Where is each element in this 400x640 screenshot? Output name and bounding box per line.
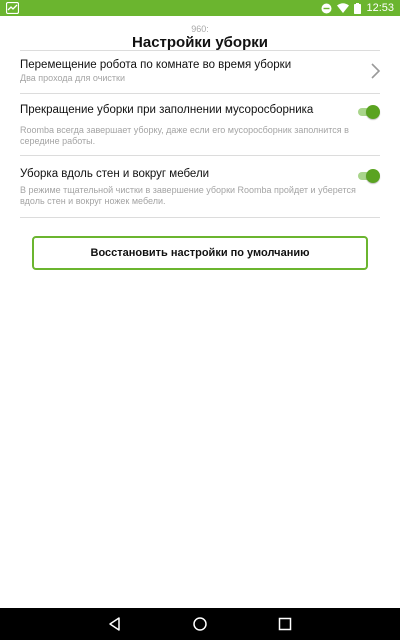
minus-circle-icon (321, 3, 332, 13)
setting-cleaning-passes[interactable]: Перемещение робота по комнате во время у… (20, 58, 382, 86)
status-bar: 12:53 (0, 0, 400, 16)
settings-screen: 960: Настройки уборки Перемещение робота… (0, 16, 400, 608)
header-divider (20, 50, 380, 51)
toggle-thumb (366, 105, 380, 119)
setting-title: Прекращение уборки при заполнении мусоро… (20, 104, 314, 116)
wifi-icon (337, 3, 350, 13)
edge-cleaning-toggle[interactable] (358, 169, 380, 183)
setting-subtitle: Roomba всегда завершает уборку, даже есл… (20, 125, 349, 146)
setting-edge-cleaning: Уборка вдоль стен и вокруг мебели В режи… (20, 167, 380, 211)
setting-subtitle: В режиме тщательной чистки в завершение … (20, 185, 356, 206)
home-icon[interactable] (192, 616, 208, 632)
app-badge-icon (6, 2, 19, 14)
row-divider (20, 93, 380, 94)
status-icons: 12:53 (321, 0, 394, 16)
setting-stop-when-bin-full: Прекращение уборки при заполнении мусоро… (20, 103, 380, 153)
chevron-right-icon[interactable] (370, 62, 382, 80)
battery-icon (354, 2, 362, 14)
navigation-bar (0, 608, 400, 640)
restore-defaults-button[interactable]: Восстановить настройки по умолчанию (32, 236, 368, 270)
status-time: 12:53 (366, 2, 394, 14)
row-divider (20, 217, 380, 218)
page-header: 960: Настройки уборки (0, 16, 400, 52)
bin-full-toggle[interactable] (358, 105, 380, 119)
setting-title: Уборка вдоль стен и вокруг мебели (20, 168, 210, 180)
back-icon[interactable] (107, 616, 123, 632)
toggle-thumb (366, 169, 380, 183)
setting-subtitle: Два прохода для очистки (20, 73, 126, 83)
recents-icon[interactable] (277, 616, 293, 632)
robot-model-label: 960: (191, 24, 209, 34)
row-divider (20, 155, 380, 156)
setting-title: Перемещение робота по комнате во время у… (20, 59, 292, 71)
